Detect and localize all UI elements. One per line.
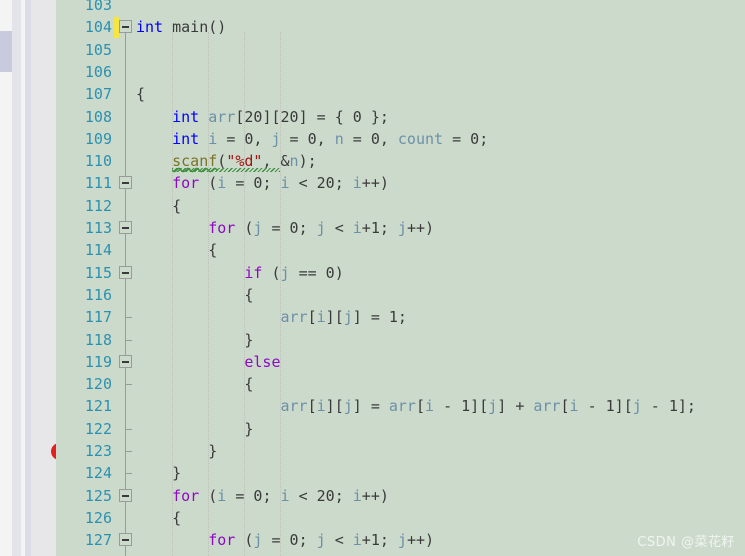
left-panel-strip	[12, 0, 21, 556]
line-number: 116	[84, 286, 112, 304]
line-number: 115	[84, 264, 112, 282]
collapse-toggle-icon[interactable]	[119, 533, 132, 546]
code-line[interactable]: arr[i][j] = arr[i - 1][j] + arr[i - 1][j…	[136, 395, 696, 417]
collapse-toggle-icon[interactable]	[119, 221, 132, 234]
code-line[interactable]: }	[136, 418, 253, 440]
code-line[interactable]: {	[136, 239, 217, 261]
code-line[interactable]: {	[136, 507, 181, 529]
line-number: 113	[84, 219, 112, 237]
line-number: 107	[84, 85, 112, 103]
outlining-vertical-line	[125, 33, 126, 556]
line-number: 105	[84, 41, 112, 59]
error-squiggle	[172, 168, 281, 172]
line-number: 104	[84, 18, 112, 36]
breakpoint-gutter[interactable]	[31, 0, 68, 556]
code-editor-window: 103 104 105 106 107 108 109 110 111 112 113 114 115 1…	[0, 0, 745, 556]
outer-scroll-track[interactable]	[0, 0, 12, 556]
line-number: 127	[84, 531, 112, 549]
line-number: 118	[84, 331, 112, 349]
outlining-tick	[125, 451, 132, 452]
collapse-toggle-icon[interactable]	[119, 355, 132, 368]
collapse-toggle-icon[interactable]	[119, 266, 132, 279]
line-number: 128	[56, 552, 112, 556]
code-line[interactable]: if (j == 0)	[136, 262, 343, 284]
line-number: 111	[84, 174, 112, 192]
line-number: 117	[84, 308, 112, 326]
code-line[interactable]: }	[136, 440, 217, 462]
line-number: 122	[84, 420, 112, 438]
code-line[interactable]: for (j = 0; j < i+1; j++)	[136, 217, 434, 239]
collapse-toggle-icon[interactable]	[119, 176, 132, 189]
code-line[interactable]: for (j = 0; j < i+1; j++)	[136, 529, 434, 551]
editor-surface[interactable]: 103 104 105 106 107 108 109 110 111 112 113 114 115 1…	[56, 0, 745, 556]
code-line[interactable]: for (i = 0; i < 20; i++)	[136, 172, 389, 194]
code-line[interactable]: {	[136, 552, 217, 556]
line-number: 123	[84, 442, 112, 460]
code-line[interactable]: }	[136, 462, 181, 484]
line-number: 119	[84, 353, 112, 371]
outlining-tick	[125, 429, 132, 430]
code-line[interactable]: else	[136, 351, 280, 373]
outer-scroll-thumb[interactable]	[0, 31, 12, 72]
line-number: 112	[84, 197, 112, 215]
line-number: 110	[84, 152, 112, 170]
code-line[interactable]: int i = 0, j = 0, n = 0, count = 0;	[136, 128, 488, 150]
line-number: 121	[84, 397, 112, 415]
line-number: 103	[84, 0, 112, 14]
code-line[interactable]: {	[136, 284, 253, 306]
code-line[interactable]: for (i = 0; i < 20; i++)	[136, 485, 389, 507]
outlining-tick	[125, 384, 132, 385]
line-number: 126	[84, 509, 112, 527]
code-line[interactable]: }	[136, 329, 253, 351]
line-number: 124	[84, 464, 112, 482]
outlining-tick	[125, 340, 132, 341]
code-line[interactable]: int arr[20][20] = { 0 };	[136, 106, 389, 128]
line-number: 108	[84, 108, 112, 126]
code-line[interactable]: {	[136, 195, 181, 217]
code-line[interactable]: {	[136, 83, 145, 105]
code-line[interactable]: int main()	[136, 16, 226, 38]
line-number: 120	[84, 375, 112, 393]
outlining-tick	[125, 473, 132, 474]
line-number: 106	[84, 63, 112, 81]
line-number: 109	[84, 130, 112, 148]
line-number: 114	[84, 241, 112, 259]
outlining-tick	[125, 317, 132, 318]
change-marker	[114, 17, 119, 38]
code-line[interactable]: arr[i][j] = 1;	[136, 306, 407, 328]
collapse-toggle-icon[interactable]	[119, 20, 132, 33]
code-line[interactable]: {	[136, 373, 253, 395]
line-number: 125	[84, 487, 112, 505]
collapse-toggle-icon[interactable]	[119, 489, 132, 502]
